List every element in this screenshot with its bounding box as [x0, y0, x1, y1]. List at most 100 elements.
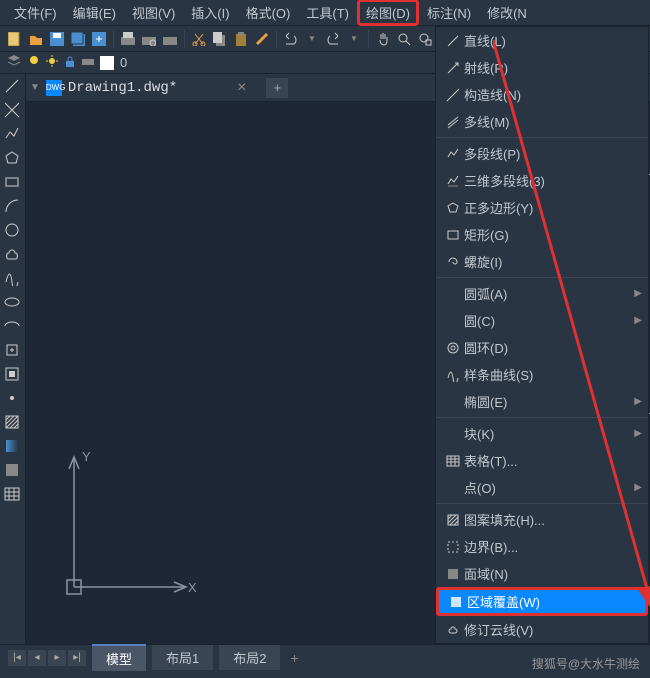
draw-palette [0, 74, 26, 644]
pline-icon [442, 147, 464, 161]
menu-item-mline[interactable]: 多线(M) [436, 108, 648, 135]
menu-edit[interactable]: 编辑(E) [65, 0, 124, 26]
menu-item-revcloud[interactable]: 修订云线(V) [436, 616, 648, 643]
preview-icon[interactable] [140, 30, 158, 48]
mline-icon [442, 115, 464, 129]
xline-tool-icon[interactable] [4, 102, 22, 120]
layer-icon[interactable] [6, 53, 22, 72]
boundary-icon [442, 540, 464, 554]
new-icon[interactable] [6, 30, 24, 48]
sun-icon[interactable] [46, 55, 58, 70]
polygon-tool-icon[interactable] [4, 150, 22, 168]
table-icon [442, 454, 464, 468]
zoomwin-icon[interactable] [416, 30, 434, 48]
redo-dropdown-icon[interactable]: ▼ [345, 30, 363, 48]
plot-icon[interactable] [119, 30, 137, 48]
tab-next-icon[interactable]: ▸ [48, 650, 66, 666]
spiral-icon [442, 255, 464, 269]
paste-icon[interactable] [232, 30, 250, 48]
undo-icon[interactable] [282, 30, 300, 48]
document-tab[interactable]: Drawing1.dwg* [68, 80, 177, 96]
hatch-tool-icon[interactable] [4, 414, 22, 432]
menu-view[interactable]: 视图(V) [124, 0, 183, 26]
menu-item-pline[interactable]: 多段线(P) [436, 140, 648, 167]
layout2-tab[interactable]: 布局2 [219, 645, 280, 670]
menu-item-line[interactable]: 直线(L) [436, 27, 648, 54]
menu-item-hatch[interactable]: 图案填充(H)... [436, 506, 648, 533]
layer-color-swatch[interactable] [100, 56, 114, 70]
menu-draw[interactable]: 绘图(D) [357, 0, 419, 26]
new-tab-button[interactable]: + [266, 78, 288, 98]
menu-item-rectangle[interactable]: 矩形(G) [436, 221, 648, 248]
line-tool-icon[interactable] [4, 78, 22, 96]
close-tab-icon[interactable]: × [237, 79, 246, 97]
menu-item-ray[interactable]: 射线(R) [436, 54, 648, 81]
layout1-tab[interactable]: 布局1 [152, 645, 213, 670]
point-tool-icon[interactable] [4, 390, 22, 408]
menu-tools[interactable]: 工具(T) [298, 0, 357, 26]
spline-tool-icon[interactable] [4, 270, 22, 288]
lock-icon[interactable] [64, 55, 76, 70]
tab-last-icon[interactable]: ▸| [68, 650, 86, 666]
save-icon[interactable] [48, 30, 66, 48]
menu-item-xline[interactable]: 构造线(N) [436, 81, 648, 108]
copy-icon[interactable] [211, 30, 229, 48]
menu-item-wipeout[interactable]: 区域覆盖(W) [436, 587, 648, 616]
publish-icon[interactable] [161, 30, 179, 48]
ellipsearc-tool-icon[interactable] [4, 318, 22, 336]
menu-item-point[interactable]: 点(O)▶ [436, 474, 648, 501]
dwg-file-icon: DWG [46, 80, 62, 96]
arc-tool-icon[interactable] [4, 198, 22, 216]
region-icon [442, 567, 464, 581]
print-layer-icon[interactable] [82, 55, 94, 70]
menu-item-boundary[interactable]: 边界(B)... [436, 533, 648, 560]
saveall-icon[interactable] [69, 30, 87, 48]
menu-item-spline[interactable]: 样条曲线(S) [436, 361, 648, 388]
ucs-indicator: Y X [56, 441, 196, 604]
polygon-icon [442, 201, 464, 215]
circle-tool-icon[interactable] [4, 222, 22, 240]
undo-dropdown-icon[interactable]: ▼ [303, 30, 321, 48]
zoom-icon[interactable] [395, 30, 413, 48]
menu-item-3dpoly[interactable]: 三维多段线(3) [436, 167, 648, 194]
menu-format[interactable]: 格式(O) [238, 0, 299, 26]
open-icon[interactable] [27, 30, 45, 48]
menu-item-ellipse[interactable]: 椭圆(E)▶ [436, 388, 648, 415]
table-tool-icon[interactable] [4, 486, 22, 504]
insert-tool-icon[interactable] [4, 342, 22, 360]
menu-file[interactable]: 文件(F) [6, 0, 65, 26]
menu-item-spiral[interactable]: 螺旋(I) [436, 248, 648, 275]
menu-item-arc[interactable]: 圆弧(A)▶ [436, 280, 648, 307]
menu-item-block[interactable]: 块(K)▶ [436, 420, 648, 447]
rect-tool-icon[interactable] [4, 174, 22, 192]
tab-prev-icon[interactable]: ◂ [28, 650, 46, 666]
submenu-arrow-icon: ▶ [634, 428, 642, 439]
menu-modify[interactable]: 修改(N [479, 0, 535, 26]
redo-icon[interactable] [324, 30, 342, 48]
menu-insert[interactable]: 插入(I) [183, 0, 237, 26]
ray-icon [442, 61, 464, 75]
cut-icon[interactable] [190, 30, 208, 48]
menu-item-circle[interactable]: 圆(C)▶ [436, 307, 648, 334]
ellipse-tool-icon[interactable] [4, 294, 22, 312]
export-icon[interactable] [90, 30, 108, 48]
gradient-tool-icon[interactable] [4, 438, 22, 456]
revcloud-tool-icon[interactable] [4, 246, 22, 264]
tab-menu-icon[interactable]: ▼ [30, 82, 40, 93]
pline-tool-icon[interactable] [4, 126, 22, 144]
menu-item-donut[interactable]: 圆环(D) [436, 334, 648, 361]
menu-item-table[interactable]: 表格(T)... [436, 447, 648, 474]
matchprop-icon[interactable] [253, 30, 271, 48]
region-tool-icon[interactable] [4, 462, 22, 480]
model-tab[interactable]: 模型 [92, 644, 146, 671]
menu-item-region[interactable]: 面域(N) [436, 560, 648, 587]
bulb-icon[interactable] [28, 55, 40, 70]
menu-item-polygon[interactable]: 正多边形(Y) [436, 194, 648, 221]
block-tool-icon[interactable] [4, 366, 22, 384]
layer-name[interactable]: 0 [120, 55, 127, 70]
pan-icon[interactable] [374, 30, 392, 48]
add-layout-icon[interactable]: + [290, 650, 298, 666]
menu-annotate[interactable]: 标注(N) [419, 0, 479, 26]
tab-first-icon[interactable]: |◂ [8, 650, 26, 666]
xline-icon [442, 88, 464, 102]
